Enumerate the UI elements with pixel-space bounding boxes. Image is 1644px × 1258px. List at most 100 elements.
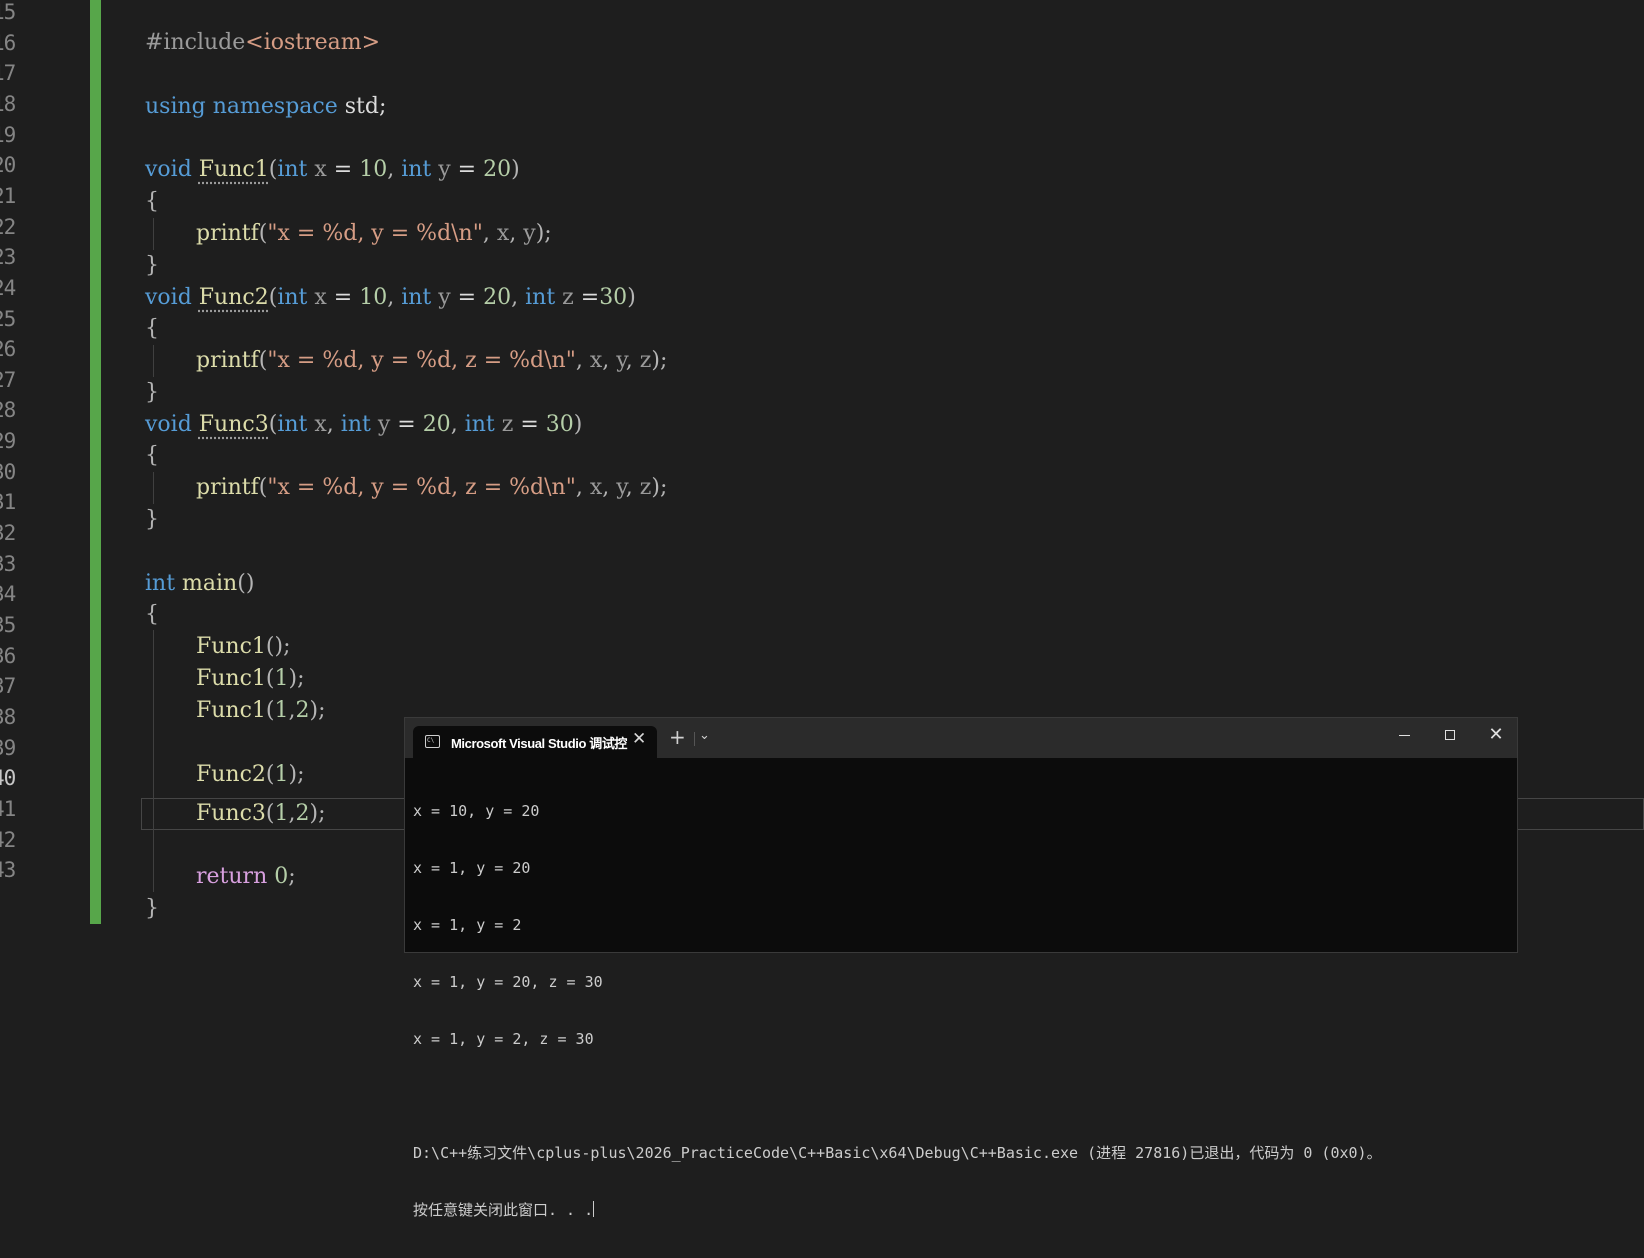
function-call: Func3 [196, 801, 266, 826]
function-call: Func2 [196, 762, 266, 787]
line-number: 23 [0, 245, 16, 270]
punctuation: ) [627, 285, 636, 310]
parameter: x [314, 285, 327, 310]
identifier: std; [344, 94, 387, 119]
console-line: x = 1, y = 20, z = 30 [413, 973, 603, 991]
brace: } [145, 253, 159, 278]
code-line-26: printf("x = %d, y = %d, z = %d\n", x, y,… [145, 345, 667, 377]
code-line-40: Func3(1,2); [145, 798, 326, 830]
line-number: 43 [0, 858, 16, 883]
console-line-prompt: 按任意键关闭此窗口. . . [413, 1201, 1382, 1220]
punctuation: , [625, 475, 640, 500]
minimize-button[interactable] [1381, 718, 1427, 752]
line-number: 22 [0, 214, 16, 239]
parameter: x [589, 348, 603, 373]
console-line: D:\C++练习文件\cplus-plus\2026_PracticeCode\… [413, 1144, 1382, 1162]
punctuation: ( [265, 666, 275, 691]
operator: = [326, 285, 360, 310]
function-name: Func1 [198, 157, 269, 182]
number-literal: 1 [274, 762, 289, 787]
brace: } [145, 896, 159, 921]
code-line-35: Func1(); [145, 631, 291, 663]
parameter: x [589, 475, 603, 500]
console-output[interactable]: x = 10, y = 20 x = 1, y = 20 x = 1, y = … [413, 764, 1382, 1258]
keyword: int [277, 157, 308, 182]
function-name: main [182, 571, 238, 596]
close-window-button[interactable]: ✕ [1473, 718, 1519, 752]
console-titlebar[interactable]: C\ Microsoft Visual Studio 调试控 ✕ + ⌄ ✕ [405, 718, 1517, 758]
code-line-31: } [145, 504, 159, 536]
keyword: void [145, 412, 192, 437]
terminal-icon: C\ [425, 735, 440, 748]
parameter: x [314, 157, 327, 182]
number-literal: 10 [359, 157, 388, 182]
code-editor[interactable]: 1516171819202122232425262728293031323334… [0, 0, 1644, 1219]
console-line: x = 1, y = 20 [413, 859, 531, 877]
punctuation: , [602, 475, 617, 500]
brace: { [145, 602, 159, 627]
line-number: 17 [0, 61, 16, 86]
keyword: int [525, 285, 556, 310]
parameter: z [639, 348, 652, 373]
punctuation: ); [309, 801, 326, 826]
punctuation: , [482, 221, 497, 246]
line-number: 20 [0, 153, 16, 178]
line-number: 40 [0, 766, 16, 791]
line-number: 19 [0, 122, 16, 147]
punctuation: ); [535, 221, 552, 246]
code-line-33: int main() [145, 568, 254, 600]
keyword: int [340, 412, 371, 437]
line-number: 33 [0, 551, 16, 576]
punctuation: ); [309, 698, 326, 723]
code-line-36: Func1(1); [145, 663, 305, 695]
close-tab-icon[interactable]: ✕ [632, 729, 646, 749]
keyword: int [277, 412, 308, 437]
parameter: y [616, 475, 626, 500]
maximize-icon [1445, 730, 1455, 740]
number-literal: 20 [422, 412, 451, 437]
number-literal: 1 [274, 666, 289, 691]
line-number: 26 [0, 337, 16, 362]
punctuation: , [288, 801, 296, 826]
punctuation: () [237, 571, 255, 596]
debug-console-window[interactable]: C\ Microsoft Visual Studio 调试控 ✕ + ⌄ ✕ x… [404, 717, 1518, 1219]
code-line-30: printf("x = %d, y = %d, z = %d\n", x, y,… [145, 472, 667, 504]
parameter: y [616, 348, 626, 373]
function-call: Func1 [196, 666, 266, 691]
code-line-28: void Func3(int x, int y = 20, int z = 30… [145, 409, 582, 441]
operator: = [573, 285, 600, 310]
maximize-button[interactable] [1427, 718, 1473, 752]
punctuation: ); [651, 475, 668, 500]
chevron-down-icon[interactable]: ⌄ [699, 728, 710, 743]
string-literal: "x = %d, y = %d\n" [267, 221, 483, 246]
new-tab-button[interactable]: + [669, 725, 686, 749]
number-literal: 20 [483, 285, 512, 310]
code-line-16: #include<iostream> [145, 27, 380, 59]
code-line-23: } [145, 250, 159, 282]
punctuation: ) [573, 412, 583, 437]
line-number: 32 [0, 521, 16, 546]
code-line-25: { [145, 313, 159, 345]
code-line-43: } [145, 893, 159, 925]
line-number: 35 [0, 613, 16, 637]
brace: } [145, 507, 159, 532]
code-line-29: { [145, 440, 159, 472]
console-line: 按任意键关闭此窗口. . . [413, 1201, 594, 1219]
line-number: 25 [0, 306, 16, 331]
line-number: 41 [0, 796, 16, 821]
console-line: x = 1, y = 2 [413, 916, 522, 934]
parameter: y [523, 221, 536, 246]
operator: = [326, 157, 360, 182]
keyword: int [145, 571, 176, 596]
line-number: 36 [0, 643, 16, 668]
brace: { [145, 316, 159, 341]
console-tab[interactable]: C\ Microsoft Visual Studio 调试控 ✕ [413, 726, 657, 758]
punctuation: ( [265, 698, 275, 723]
string-literal: "x = %d, y = %d, z = %d\n" [267, 475, 576, 500]
punctuation: , [602, 348, 617, 373]
code-line-24: void Func2(int x = 10, int y = 20, int z… [145, 282, 636, 314]
punctuation: , [575, 475, 590, 500]
line-number: 15 [0, 0, 16, 24]
operator: = [450, 157, 484, 182]
parameter: z [639, 475, 652, 500]
